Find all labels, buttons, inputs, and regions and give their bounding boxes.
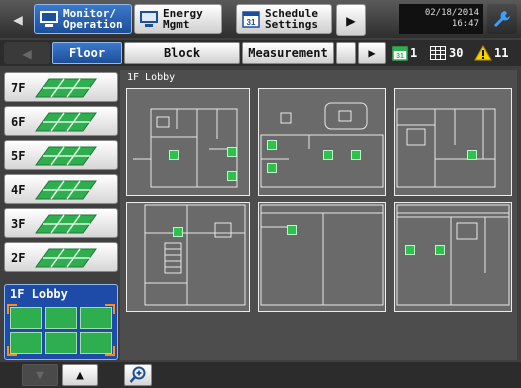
ac-unit[interactable] bbox=[173, 227, 183, 237]
floor-item-1f-lobby[interactable]: 1F Lobby bbox=[4, 284, 118, 360]
floor-plan-icon bbox=[35, 248, 97, 268]
floor-label: 6F bbox=[11, 115, 26, 129]
wrench-icon[interactable] bbox=[487, 4, 517, 34]
floor-plan-drawing bbox=[260, 102, 384, 188]
floor-label: 1F Lobby bbox=[10, 287, 68, 301]
ac-unit[interactable] bbox=[227, 147, 237, 157]
floor-plan-panel[interactable] bbox=[258, 88, 386, 196]
tab-block[interactable]: Block bbox=[124, 42, 240, 64]
sub-navigation-bar: ◀ Floor Block Measurement ▶ 31 1 30 11 bbox=[0, 40, 521, 66]
floor-scroll-up-icon[interactable]: ▲ bbox=[62, 364, 98, 386]
floor-plan-panel[interactable] bbox=[394, 202, 512, 312]
subnav-forward-arrow-icon[interactable]: ▶ bbox=[358, 42, 386, 64]
floor-label: 3F bbox=[11, 217, 26, 231]
ac-unit[interactable] bbox=[169, 150, 179, 160]
ac-unit[interactable] bbox=[227, 171, 237, 181]
tab-monitor-operation-label: Monitor/ Operation bbox=[63, 7, 123, 31]
ac-unit[interactable] bbox=[287, 225, 297, 235]
grid-status[interactable]: 30 bbox=[430, 44, 463, 62]
selection-corner bbox=[7, 346, 17, 356]
area-label: 1F Lobby bbox=[127, 72, 176, 83]
floor-label: 4F bbox=[11, 183, 26, 197]
floor-plan-icon bbox=[35, 214, 97, 234]
ac-unit[interactable] bbox=[467, 150, 477, 160]
selection-corner bbox=[105, 304, 115, 314]
selection-corner bbox=[7, 304, 17, 314]
ac-unit[interactable] bbox=[267, 140, 277, 150]
floor-label: 2F bbox=[11, 251, 26, 265]
floor-item-6f[interactable]: 6F bbox=[4, 106, 118, 136]
floor-plan-drawing bbox=[396, 204, 510, 306]
nav-back-arrow-icon[interactable]: ◀ bbox=[4, 4, 32, 34]
zoom-in-button[interactable] bbox=[124, 364, 152, 386]
tab-energy-mgmt-label: Energy Mgmt bbox=[163, 7, 203, 31]
floor-list: 7F 6F 5F 4F 3F 2F 1F Lobby bbox=[4, 70, 118, 360]
nav-forward-arrow-icon[interactable]: ▶ bbox=[336, 4, 366, 36]
svg-text:31: 31 bbox=[247, 18, 256, 27]
ac-unit[interactable] bbox=[435, 245, 445, 255]
floor-plan-area: 1F Lobby bbox=[120, 70, 517, 360]
monitor-icon bbox=[140, 11, 158, 27]
selection-corner bbox=[105, 346, 115, 356]
floor-item-2f[interactable]: 2F bbox=[4, 242, 118, 272]
svg-text:31: 31 bbox=[396, 53, 404, 60]
tab-measurement-label: Measurement bbox=[248, 46, 328, 60]
schedule-status[interactable]: 31 1 bbox=[392, 44, 417, 62]
floor-item-7f[interactable]: 7F bbox=[4, 72, 118, 102]
floor-item-5f[interactable]: 5F bbox=[4, 140, 118, 170]
floor-plan-drawing bbox=[396, 108, 496, 188]
tab-floor[interactable]: Floor bbox=[52, 42, 122, 64]
tab-schedule-settings-label: Schedule Settings bbox=[265, 7, 318, 31]
wrench-icon-graphic bbox=[494, 11, 510, 27]
calendar-icon: 31 bbox=[392, 46, 408, 61]
ac-unit[interactable] bbox=[405, 245, 415, 255]
alert-status[interactable]: 11 bbox=[474, 44, 508, 62]
floor-plan-drawing bbox=[144, 204, 246, 306]
floor-item-3f[interactable]: 3F bbox=[4, 208, 118, 238]
floor-label: 5F bbox=[11, 149, 26, 163]
monitor-icon bbox=[40, 11, 58, 27]
zone-block bbox=[45, 307, 77, 329]
floor-plan-panel[interactable] bbox=[126, 202, 250, 312]
floor-plan-icon bbox=[35, 112, 97, 132]
grid-icon bbox=[430, 46, 446, 60]
tab-energy-mgmt[interactable]: Energy Mgmt bbox=[134, 4, 222, 34]
floor-plan-icon bbox=[35, 78, 97, 98]
schedule-count: 1 bbox=[410, 46, 418, 60]
grid-count: 30 bbox=[449, 46, 464, 60]
floor-plan-icon bbox=[35, 146, 97, 166]
floor-plan-drawing bbox=[260, 204, 384, 306]
warning-icon bbox=[474, 45, 492, 61]
bottom-bar: ▼ ▲ bbox=[0, 362, 521, 388]
floor-plan-panel[interactable] bbox=[258, 202, 386, 312]
subnav-back-arrow-icon[interactable]: ◀ bbox=[4, 42, 50, 64]
top-navigation-bar: ◀ Monitor/ Operation Energy Mgmt 31 Sche… bbox=[0, 0, 521, 38]
zoom-in-icon bbox=[129, 366, 146, 383]
tab-floor-label: Floor bbox=[68, 46, 106, 60]
ac-unit[interactable] bbox=[351, 150, 361, 160]
datetime-display: 02/18/2014 16:47 bbox=[399, 4, 483, 34]
zone-block bbox=[45, 332, 77, 354]
floor-plan-panel[interactable] bbox=[394, 88, 512, 196]
floor-scroll-down-icon[interactable]: ▼ bbox=[22, 364, 58, 386]
tab-measurement[interactable]: Measurement bbox=[242, 42, 334, 64]
calendar-icon: 31 bbox=[242, 11, 260, 28]
date-text: 02/18/2014 bbox=[424, 8, 479, 18]
ac-unit[interactable] bbox=[267, 163, 277, 173]
tab-schedule-settings[interactable]: 31 Schedule Settings bbox=[236, 4, 332, 34]
tab-block-label: Block bbox=[163, 46, 201, 60]
floor-label: 7F bbox=[11, 81, 26, 95]
alert-count: 11 bbox=[494, 46, 509, 60]
floor-item-4f[interactable]: 4F bbox=[4, 174, 118, 204]
ac-unit[interactable] bbox=[323, 150, 333, 160]
floor-plan-icon bbox=[35, 180, 97, 200]
app-window: ◀ Monitor/ Operation Energy Mgmt 31 Sche… bbox=[0, 0, 521, 388]
tab-monitor-operation[interactable]: Monitor/ Operation bbox=[34, 4, 132, 34]
blank-tab[interactable] bbox=[336, 42, 356, 64]
floor-plan-panel[interactable] bbox=[126, 88, 250, 196]
time-text: 16:47 bbox=[451, 19, 479, 29]
